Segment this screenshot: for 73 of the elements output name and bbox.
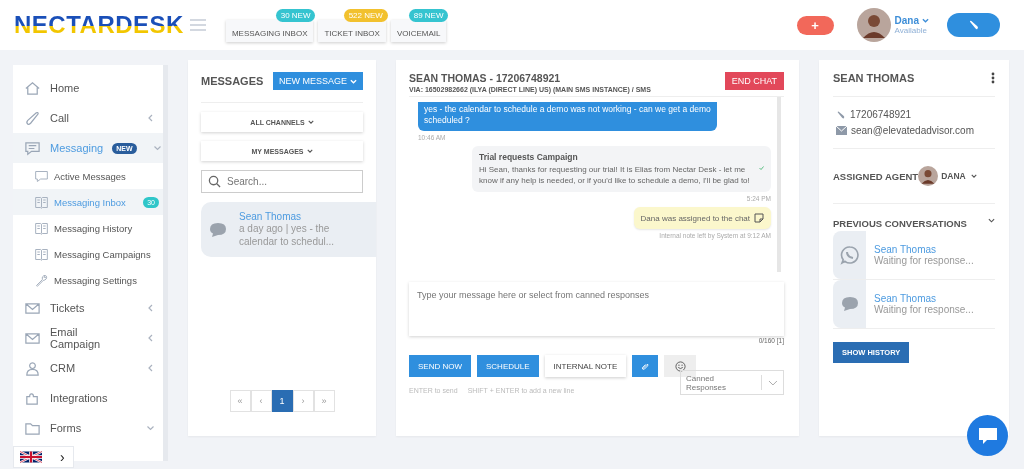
- caret-icon: [307, 120, 314, 124]
- new-count-badge: 89 NEW: [408, 9, 449, 22]
- search-field[interactable]: Search...: [201, 170, 363, 193]
- caret-icon: [306, 149, 313, 153]
- message-bubble: yes - the calendar to schedule a demo was not working - can we get a demo scheduled ?: [418, 102, 717, 131]
- action-button[interactable]: INTERNAL NOTE: [544, 355, 627, 377]
- sidebar-item[interactable]: CRM: [13, 353, 163, 383]
- campaign-title: Trial requests Campaign: [479, 152, 579, 162]
- chat-bubble-icon: [977, 426, 998, 445]
- new-count-badge: 522 NEW: [343, 9, 388, 22]
- sms-bubble-icon: [209, 221, 227, 238]
- new-count-badge: 30 NEW: [275, 9, 316, 22]
- contact-name: Sean Thomas: [874, 244, 938, 255]
- inbox-button[interactable]: TICKET INBOX: [318, 20, 386, 42]
- canned-responses-select[interactable]: Canned Responses: [680, 370, 784, 395]
- message-input[interactable]: Type your message here or select from canned responses: [409, 282, 784, 336]
- contact-name: Sean Thomas: [239, 211, 303, 222]
- sidebar-item[interactable]: Forms: [13, 413, 163, 443]
- sidebar-subitem[interactable]: Messaging History: [13, 215, 163, 241]
- caret-icon[interactable]: [922, 18, 929, 23]
- chevron-down-icon[interactable]: [988, 218, 995, 223]
- book-icon: [34, 194, 49, 210]
- user-name[interactable]: Dana: [894, 15, 919, 26]
- conversation-status: Waiting for response...: [874, 255, 974, 266]
- book-icon: [34, 220, 49, 236]
- end-chat-button[interactable]: END CHAT: [724, 72, 784, 90]
- section-title: ASSIGNED AGENT: [833, 170, 919, 182]
- sidebar-item[interactable]: Home: [13, 73, 163, 103]
- inbox-button[interactable]: MESSAGING INBOX: [225, 20, 314, 42]
- book-icon: [34, 246, 49, 262]
- attach-button[interactable]: [632, 355, 659, 377]
- page-button[interactable]: 1: [271, 390, 293, 412]
- chat-icon: [24, 139, 41, 157]
- contact-email: sean@elevatedadvisor.com: [851, 125, 974, 136]
- sidebar-item[interactable]: Email Campaign: [13, 323, 163, 353]
- language-picker[interactable]: ›: [13, 446, 74, 468]
- message-text: Hi Sean, thanks for requesting our trial! It is Elias from Nectar Desk - let me know if any help is needed, or if you'd like to schedule a demo, I'll be glad to!: [479, 164, 751, 186]
- call-button[interactable]: [947, 13, 1000, 37]
- chat-title: SEAN THOMAS - 17206748921: [409, 72, 562, 84]
- note-icon: [754, 213, 764, 223]
- caret-icon: [350, 78, 357, 84]
- avatar-icon: [918, 166, 939, 186]
- flag-icon: [20, 450, 42, 464]
- sidebar-item[interactable]: Tickets: [13, 293, 163, 323]
- sidebar-subitem[interactable]: Messaging Campaigns: [13, 241, 163, 267]
- note-text: Dana was assigned to the chat: [640, 213, 750, 223]
- sms-bubble-icon: [840, 296, 859, 312]
- contact-phone: 17206748921: [850, 109, 912, 120]
- section-title: PREVIOUS CONVERSATIONS: [833, 218, 967, 229]
- user-status: Available: [894, 26, 928, 35]
- avatar-icon[interactable]: [856, 8, 891, 42]
- more-icon[interactable]: [991, 72, 995, 84]
- sidebar-item[interactable]: Integrations: [13, 383, 163, 413]
- caret-icon: [768, 379, 778, 386]
- chat-icon: [34, 168, 49, 184]
- contact-title: SEAN THOMAS: [833, 72, 915, 84]
- home-icon: [24, 79, 41, 97]
- contact-name: Sean Thomas: [874, 293, 938, 304]
- smiley-icon: [674, 360, 686, 372]
- person-icon: [24, 359, 41, 377]
- sidebar-subitem[interactable]: Active Messages: [13, 163, 163, 189]
- message-preview: a day ago | yes - the calendar to schedul...: [239, 222, 336, 248]
- panel-title: MESSAGES: [201, 75, 264, 87]
- wrench-icon: [34, 272, 49, 288]
- whatsapp-icon: [839, 245, 860, 265]
- emoji-button[interactable]: [664, 355, 697, 377]
- conversation-status: Waiting for response...: [874, 304, 974, 315]
- envelope-icon: [836, 126, 847, 135]
- sidebar-subitem[interactable]: Messaging Settings: [13, 267, 163, 293]
- inbox-button[interactable]: VOICEMAIL: [390, 20, 447, 42]
- caret-icon[interactable]: [970, 174, 977, 178]
- agent-name[interactable]: DANA: [941, 171, 966, 181]
- sidebar-item[interactable]: Call: [13, 103, 163, 133]
